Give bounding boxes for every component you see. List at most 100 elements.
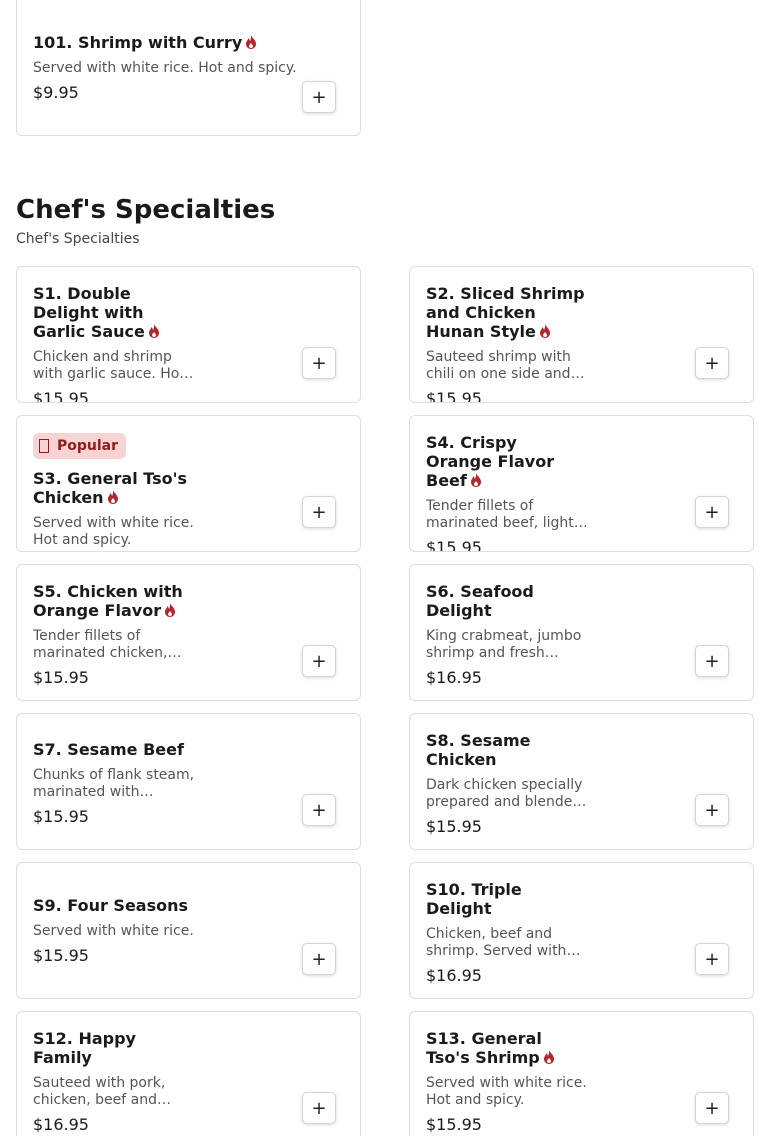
menu-item-name: S2. Sliced Shrimp and Chicken Hunan Styl… (426, 284, 585, 341)
menu-item-card[interactable]: S7. Sesame Beef Chunks of flank steam, ma… (16, 713, 361, 850)
add-to-cart-button[interactable]: + (302, 81, 336, 113)
plus-icon: + (311, 86, 327, 108)
menu-item-name: 101. Shrimp with Curry (33, 33, 243, 52)
menu-item-title: S8. Sesame Chicken (426, 731, 588, 769)
menu-item-name: S1. Double Delight with Garlic Sauce (33, 284, 145, 341)
menu-item-info: Popular S3. General Tso's Chicken Served w… (33, 433, 198, 551)
menu-item-info: 101. Shrimp with Curry Served with white… (33, 33, 323, 102)
menu-item-info: S4. Crispy Orange Flavor Beef Tender fill… (426, 433, 588, 552)
add-to-cart-button[interactable]: + (695, 347, 729, 379)
menu-item-price: $16.95 (33, 1115, 89, 1134)
menu-item-price: $15.95 (33, 946, 89, 965)
add-to-cart-button[interactable]: + (302, 943, 336, 975)
menu-item-name: S13. General Tso's Shrimp (426, 1029, 542, 1067)
add-to-cart-button[interactable]: + (695, 645, 729, 677)
add-to-cart-button[interactable]: + (695, 1092, 729, 1124)
menu-item-name: S4. Crispy Orange Flavor Beef (426, 433, 555, 490)
menu-item-title: S2. Sliced Shrimp and Chicken Hunan Styl… (426, 284, 588, 341)
menu-item-card[interactable]: S12. Happy Family Sauteed with pork, chic… (16, 1011, 361, 1136)
menu-item-price: $15.95 (426, 389, 482, 403)
add-to-cart-button[interactable]: + (695, 943, 729, 975)
menu-item-name: S6. Seafood Delight (426, 582, 534, 620)
plus-icon: + (704, 352, 720, 374)
flame-icon (165, 603, 176, 617)
menu-item-card[interactable]: S10. Triple Delight Chicken, beef and shr… (409, 862, 754, 999)
menu-item-info: S13. General Tso's Shrimp Served with whi… (426, 1029, 588, 1134)
menu-item-title: S1. Double Delight with Garlic Sauce (33, 284, 198, 341)
flame-icon (543, 1050, 554, 1064)
section-title: Chef's Specialties (16, 195, 276, 225)
add-to-cart-button[interactable]: + (302, 347, 336, 379)
menu-item-name: S9. Four Seasons (33, 896, 189, 915)
menu-item-title: S7. Sesame Beef (33, 740, 198, 759)
menu-item-name: S8. Sesame Chicken (426, 731, 531, 769)
menu-item-info: S8. Sesame Chicken Dark chicken specially… (426, 731, 588, 836)
menu-item-info: S7. Sesame Beef Chunks of flank steam, ma… (33, 740, 198, 826)
menu-item-description: Tender fillets of marinated beef, lightl… (426, 498, 586, 531)
flame-icon (539, 324, 550, 338)
menu-item-name: S10. Triple Delight (426, 880, 522, 918)
menu-item-card[interactable]: S6. Seafood Delight King crabmeat, jumbo … (409, 564, 754, 701)
menu-item-description: Chunks of flank steam, marinated with se… (33, 767, 195, 800)
plus-icon: + (311, 1097, 327, 1119)
add-to-cart-button[interactable]: + (302, 794, 336, 826)
menu-item-info: S1. Double Delight with Garlic Sauce Chic… (33, 284, 198, 403)
section-subtitle: Chef's Specialties (16, 231, 140, 247)
menu-item-title: S6. Seafood Delight (426, 582, 588, 620)
plus-icon: + (311, 799, 327, 821)
menu-item-description: Chicken, beef and shrimp. Served with wh… (426, 926, 567, 959)
plus-icon: + (704, 948, 720, 970)
menu-item-info: S2. Sliced Shrimp and Chicken Hunan Styl… (426, 284, 588, 403)
add-to-cart-button[interactable]: + (695, 794, 729, 826)
popular-badge: Popular (33, 433, 127, 459)
menu-item-title: S3. General Tso's Chicken (33, 469, 198, 507)
menu-item-description: Tender fillets of marinated chicken, lig… (33, 628, 168, 661)
menu-item-description: King crabmeat, jumbo shrimp and fresh sc… (426, 628, 582, 661)
badge-label: Popular (57, 438, 119, 454)
menu-item-info: S10. Triple Delight Chicken, beef and shr… (426, 880, 588, 985)
menu-item-price: $15.95 (426, 538, 482, 552)
menu-item-title: S13. General Tso's Shrimp (426, 1029, 588, 1067)
menu-item-card[interactable]: S5. Chicken with Orange Flavor Tender fil… (16, 564, 361, 701)
plus-icon: + (704, 799, 720, 821)
menu-item-info: S12. Happy Family Sauteed with pork, chic… (33, 1029, 198, 1134)
menu-item-name: S12. Happy Family (33, 1029, 136, 1067)
plus-icon: + (704, 501, 720, 523)
menu-item-card[interactable]: S13. General Tso's Shrimp Served with whi… (409, 1011, 754, 1136)
menu-item-card[interactable]: S8. Sesame Chicken Dark chicken specially… (409, 713, 754, 850)
menu-item-description: Dark chicken specially prepared and blen… (426, 777, 583, 810)
plus-icon: + (704, 650, 720, 672)
menu-item-description: Served with white rice. (33, 923, 194, 939)
flame-icon (148, 324, 159, 338)
badge-icon (39, 439, 49, 453)
menu-item-price: $15.95 (33, 389, 89, 403)
menu-item-info: S9. Four Seasons Served with white rice. $… (33, 896, 198, 965)
menu-item-description: Served with white rice. Hot and spicy. (33, 515, 194, 548)
menu-item-title: S9. Four Seasons (33, 896, 198, 915)
menu-item-card[interactable]: 101. Shrimp with Curry Served with white… (16, 0, 361, 136)
add-to-cart-button[interactable]: + (302, 496, 336, 528)
menu-item-price: $16.95 (426, 668, 482, 687)
plus-icon: + (311, 352, 327, 374)
plus-icon: + (311, 948, 327, 970)
add-to-cart-button[interactable]: + (302, 645, 336, 677)
menu-item-card[interactable]: S4. Crispy Orange Flavor Beef Tender fill… (409, 415, 754, 552)
menu-item-description: Sauteed with pork, chicken, beef and shr… (33, 1075, 166, 1108)
plus-icon: + (311, 650, 327, 672)
menu-item-price: $9.95 (33, 83, 79, 102)
menu-item-price: $15.95 (33, 807, 89, 826)
menu-item-card[interactable]: S2. Sliced Shrimp and Chicken Hunan Styl… (409, 266, 754, 403)
plus-icon: + (311, 501, 327, 523)
menu-item-info: S6. Seafood Delight King crabmeat, jumbo … (426, 582, 588, 687)
menu-item-card[interactable]: S9. Four Seasons Served with white rice. $… (16, 862, 361, 999)
menu-item-card[interactable]: Popular S3. General Tso's Chicken Served w… (16, 415, 361, 552)
flame-icon (107, 490, 118, 504)
menu-item-price: $15.95 (426, 817, 482, 836)
menu-item-title: S12. Happy Family (33, 1029, 198, 1067)
add-to-cart-button[interactable]: + (695, 496, 729, 528)
menu-item-name: S7. Sesame Beef (33, 740, 184, 759)
menu-item-title: S4. Crispy Orange Flavor Beef (426, 433, 588, 490)
menu-item-card[interactable]: S1. Double Delight with Garlic Sauce Chic… (16, 266, 361, 403)
add-to-cart-button[interactable]: + (302, 1092, 336, 1124)
menu-item-name: S5. Chicken with Orange Flavor (33, 582, 183, 620)
